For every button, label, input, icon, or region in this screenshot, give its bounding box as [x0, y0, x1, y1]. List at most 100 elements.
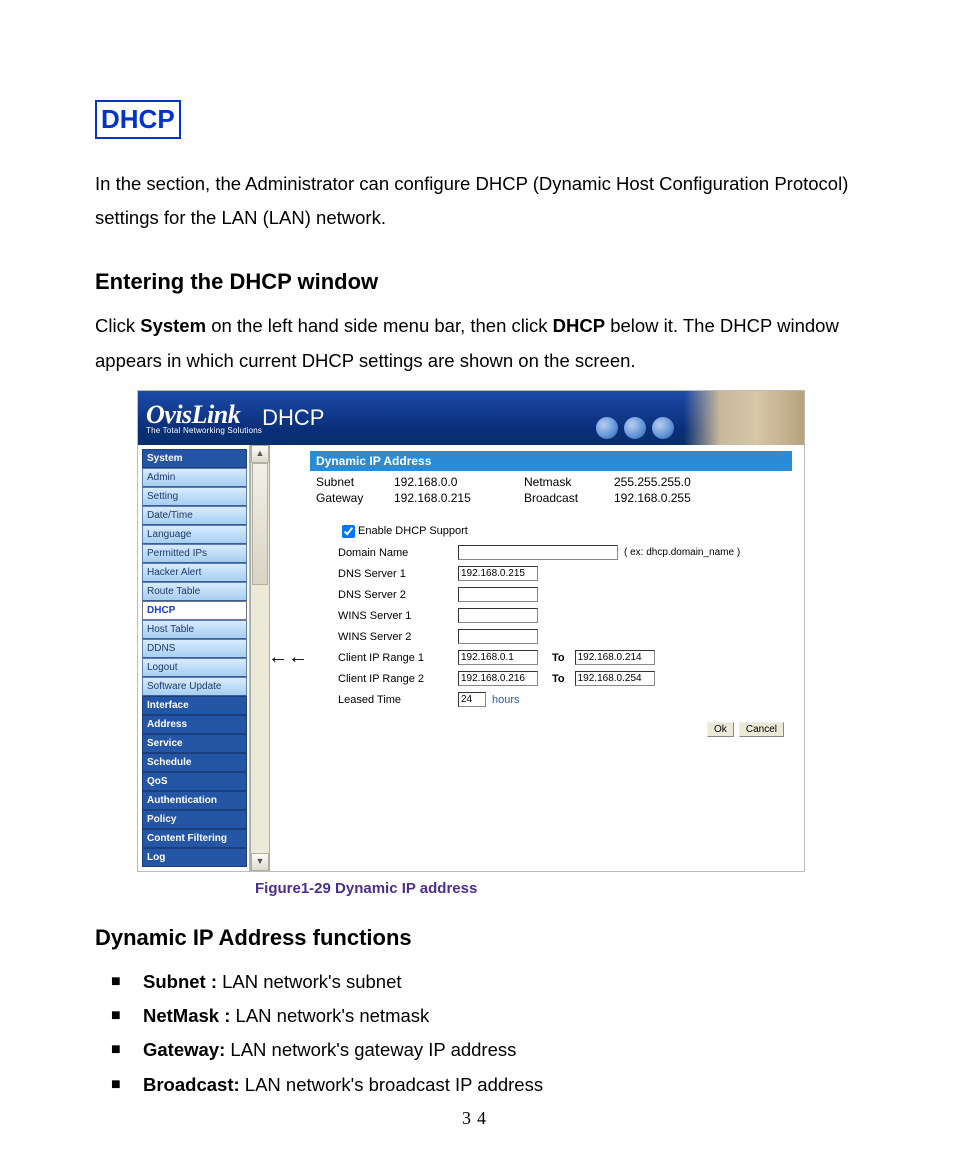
sidebar-item-service[interactable]: Service — [142, 734, 247, 753]
scroll-thumb[interactable] — [252, 463, 268, 585]
sidebar-item-ddns[interactable]: DDNS — [142, 639, 247, 658]
label-subnet: Subnet — [316, 475, 394, 489]
dns1-input[interactable] — [458, 566, 538, 581]
sidebar-item-schedule[interactable]: Schedule — [142, 753, 247, 772]
bullet-text: LAN network's netmask — [230, 1005, 429, 1026]
sidebar-item-setting[interactable]: Setting — [142, 487, 247, 506]
wins2-label: WINS Server 2 — [338, 631, 458, 643]
text: Click — [95, 315, 140, 336]
value-netmask: 255.255.255.0 — [614, 475, 734, 489]
bullet-label: Broadcast: — [143, 1074, 240, 1095]
scroll-down-button[interactable]: ▼ — [251, 853, 269, 871]
range2-from-input[interactable] — [458, 671, 538, 686]
figure-caption: Figure1-29 Dynamic IP address — [255, 880, 859, 897]
label-gateway: Gateway — [316, 491, 394, 505]
sidebar-item-interface[interactable]: Interface — [142, 696, 247, 715]
page-title: DHCP — [262, 405, 324, 431]
enable-dhcp-label: Enable DHCP Support — [358, 525, 468, 537]
section-title-dhcp: DHCP — [95, 100, 181, 139]
list-item: Broadcast: LAN network's broadcast IP ad… — [143, 1068, 859, 1102]
dns2-label: DNS Server 2 — [338, 589, 458, 601]
globe-icon — [652, 417, 674, 439]
bullet-text: LAN network's broadcast IP address — [240, 1074, 543, 1095]
globe-icon — [596, 417, 618, 439]
sidebar-item-log[interactable]: Log — [142, 848, 247, 867]
range2-to-label: To — [552, 673, 565, 685]
sidebar-item-dhcp[interactable]: DHCP — [142, 601, 247, 620]
brand-tagline: The Total Networking Solutions — [146, 426, 262, 435]
ok-button[interactable]: Ok — [707, 722, 734, 737]
dynamic-ip-header: Dynamic IP Address — [310, 451, 792, 471]
sidebar-item-admin[interactable]: Admin — [142, 468, 247, 487]
sidebar-item-language[interactable]: Language — [142, 525, 247, 544]
bullet-label: Gateway: — [143, 1039, 225, 1060]
sidebar-item-policy[interactable]: Policy — [142, 810, 247, 829]
entering-paragraph: Click System on the left hand side menu … — [95, 309, 859, 377]
range1-to-input[interactable] — [575, 650, 655, 665]
value-gateway: 192.168.0.215 — [394, 491, 524, 505]
text: on the left hand side menu bar, then cli… — [206, 315, 553, 336]
ip-info-grid: Subnet 192.168.0.0 Netmask 255.255.255.0… — [310, 471, 792, 509]
list-item: NetMask : LAN network's netmask — [143, 999, 859, 1033]
domain-name-hint: ( ex: dhcp.domain_name ) — [624, 547, 740, 558]
range1-label: Client IP Range 1 — [338, 652, 458, 664]
pointer-arrows: ←← — [270, 445, 306, 871]
dns1-label: DNS Server 1 — [338, 568, 458, 580]
domain-name-input[interactable] — [458, 545, 618, 560]
heading-entering: Entering the DHCP window — [95, 269, 859, 295]
app-header: OvisLink The Total Networking Solutions … — [138, 391, 804, 445]
wins1-label: WINS Server 1 — [338, 610, 458, 622]
sidebar-item-software-update[interactable]: Software Update — [142, 677, 247, 696]
range1-to-label: To — [552, 652, 565, 664]
brand-logo: OvisLink — [146, 400, 240, 429]
sidebar-item-address[interactable]: Address — [142, 715, 247, 734]
sidebar-item-system[interactable]: System — [142, 449, 247, 468]
globe-icon — [624, 417, 646, 439]
cancel-button[interactable]: Cancel — [739, 722, 784, 737]
content-pane: Dynamic IP Address Subnet 192.168.0.0 Ne… — [306, 445, 804, 871]
range2-label: Client IP Range 2 — [338, 673, 458, 685]
value-broadcast: 192.168.0.255 — [614, 491, 734, 505]
value-subnet: 192.168.0.0 — [394, 475, 524, 489]
sidebar-item-date-time[interactable]: Date/Time — [142, 506, 247, 525]
heading-functions: Dynamic IP Address functions — [95, 925, 859, 951]
bold-system: System — [140, 315, 206, 336]
leased-label: Leased Time — [338, 694, 458, 706]
list-item: Subnet : LAN network's subnet — [143, 965, 859, 999]
sidebar-item-hacker-alert[interactable]: Hacker Alert — [142, 563, 247, 582]
wins1-input[interactable] — [458, 608, 538, 623]
enable-dhcp-checkbox[interactable] — [342, 525, 355, 538]
leased-input[interactable] — [458, 692, 486, 707]
bold-dhcp: DHCP — [553, 315, 605, 336]
screenshot-panel: OvisLink The Total Networking Solutions … — [137, 390, 805, 872]
dhcp-form: Enable DHCP Support Domain Name ( ex: dh… — [310, 509, 792, 747]
wins2-input[interactable] — [458, 629, 538, 644]
domain-name-label: Domain Name — [338, 547, 458, 559]
leased-unit: hours — [492, 694, 520, 706]
sidebar-item-permitted-ips[interactable]: Permitted IPs — [142, 544, 247, 563]
bullet-text: LAN network's gateway IP address — [225, 1039, 516, 1060]
page-number: 34 — [0, 1108, 954, 1129]
globe-decoration — [596, 417, 674, 439]
label-netmask: Netmask — [524, 475, 614, 489]
functions-list: Subnet : LAN network's subnetNetMask : L… — [95, 965, 859, 1102]
range2-to-input[interactable] — [575, 671, 655, 686]
intro-paragraph: In the section, the Administrator can co… — [95, 167, 859, 235]
bullet-label: Subnet : — [143, 971, 217, 992]
sidebar-item-route-table[interactable]: Route Table — [142, 582, 247, 601]
label-broadcast: Broadcast — [524, 491, 614, 505]
scrollbar[interactable]: ▲ ▼ — [250, 445, 270, 871]
bullet-label: NetMask : — [143, 1005, 230, 1026]
scroll-up-button[interactable]: ▲ — [251, 445, 269, 463]
dns2-input[interactable] — [458, 587, 538, 602]
sidebar-item-logout[interactable]: Logout — [142, 658, 247, 677]
range1-from-input[interactable] — [458, 650, 538, 665]
list-item: Gateway: LAN network's gateway IP addres… — [143, 1033, 859, 1067]
sidebar: SystemAdminSettingDate/TimeLanguagePermi… — [138, 445, 250, 871]
sidebar-item-authentication[interactable]: Authentication — [142, 791, 247, 810]
sidebar-item-content-filtering[interactable]: Content Filtering — [142, 829, 247, 848]
header-photo — [684, 391, 804, 445]
sidebar-item-qos[interactable]: QoS — [142, 772, 247, 791]
scroll-track[interactable] — [251, 463, 269, 853]
sidebar-item-host-table[interactable]: Host Table — [142, 620, 247, 639]
